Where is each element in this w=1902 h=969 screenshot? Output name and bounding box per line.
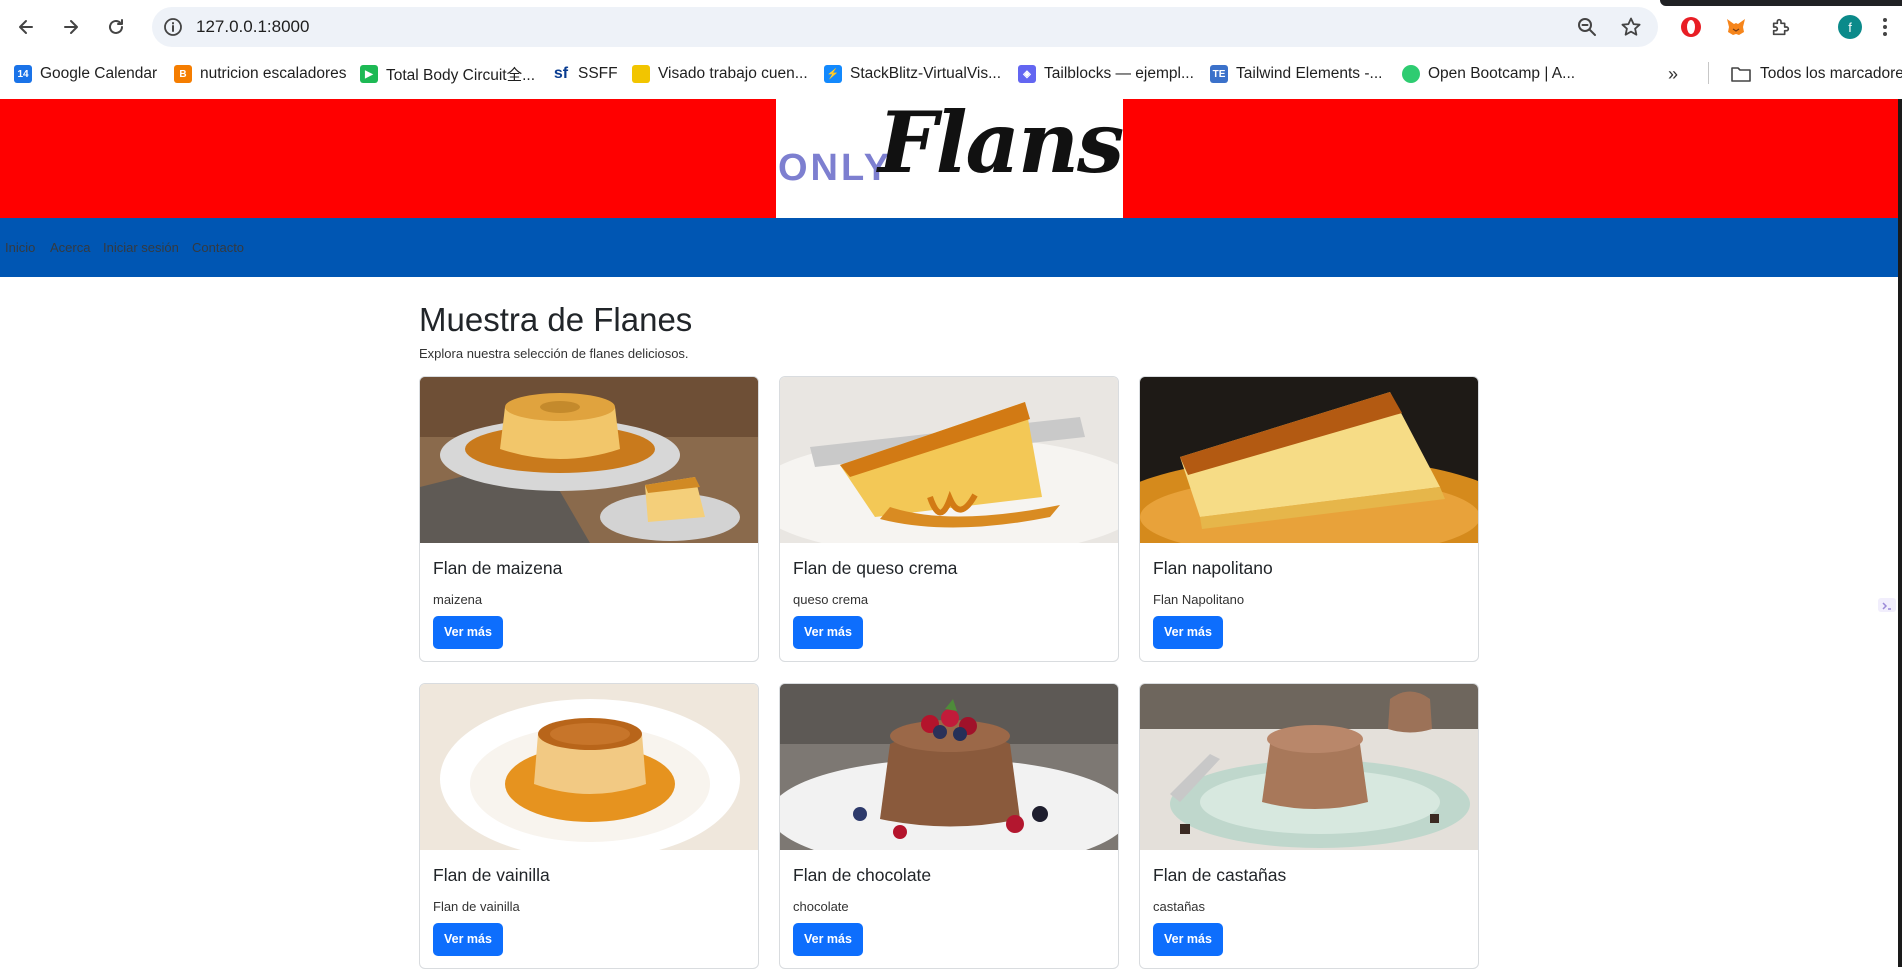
zoom-icon[interactable] [1576, 16, 1598, 38]
flan-image [780, 377, 1118, 543]
flan-card: Flan de vainilla Flan de vainilla Ver má… [419, 683, 759, 969]
address-bar[interactable]: 127.0.0.1:8000 [152, 7, 1658, 47]
sf-icon: sf [552, 65, 570, 83]
bookmark-tailblocks[interactable]: ◈ Tailblocks — ejempl... [1018, 62, 1194, 86]
opera-extension-icon[interactable] [1677, 13, 1705, 41]
tailblocks-icon: ◈ [1018, 65, 1036, 83]
side-panel-extension-icon[interactable] [1876, 594, 1898, 616]
card-text: castañas [1153, 899, 1206, 914]
window-edge [1898, 99, 1902, 967]
flan-card: Flan de queso crema queso crema Ver más [779, 376, 1119, 662]
header-banner: ONLY Flans [0, 93, 1898, 218]
bookmark-stackblitz[interactable]: ⚡ StackBlitz-VirtualVis... [824, 62, 1001, 86]
flan-card: Flan de castañas castañas Ver más [1139, 683, 1479, 969]
profile-avatar[interactable]: f [1838, 15, 1862, 39]
ver-mas-button[interactable]: Ver más [1153, 923, 1223, 956]
video-icon: ▶ [360, 65, 378, 83]
card-title: Flan de queso crema [793, 558, 958, 578]
ver-mas-button[interactable]: Ver más [793, 616, 863, 649]
bookmark-google-calendar[interactable]: 14 Google Calendar [14, 62, 157, 86]
bookmarks-separator [1708, 62, 1709, 84]
flan-image [1140, 684, 1478, 850]
ver-mas-button[interactable]: Ver más [1153, 616, 1223, 649]
card-text: Flan de vainilla [433, 899, 520, 914]
card-title: Flan de chocolate [793, 865, 932, 885]
flan-card: Flan de maizena maizena Ver más [419, 376, 759, 662]
flan-card: Flan napolitano Flan Napolitano Ver más [1139, 376, 1479, 662]
bookmark-ssff[interactable]: sf SSFF [552, 62, 618, 86]
flan-image [420, 377, 758, 543]
card-text: chocolate [793, 899, 849, 914]
ver-mas-button[interactable]: Ver más [793, 923, 863, 956]
page-title: Muestra de Flanes [419, 301, 693, 338]
browser-toolbar: 127.0.0.1:8000 f [0, 0, 1902, 54]
card-title: Flan de maizena [433, 558, 563, 578]
card-text: maizena [433, 592, 483, 607]
site-info-icon[interactable] [162, 16, 184, 38]
bookmark-star-icon[interactable] [1620, 16, 1642, 38]
flan-image [420, 684, 758, 850]
card-title: Flan de castañas [1153, 865, 1287, 885]
nav-iniciar-sesion[interactable]: Iniciar sesión [103, 240, 179, 255]
reload-icon [109, 19, 123, 34]
page-subtitle: Explora nuestra selección de flanes deli… [419, 346, 689, 361]
blogger-icon: B [174, 65, 192, 83]
arrow-right-icon [64, 20, 78, 34]
calendar-icon: 14 [14, 65, 32, 83]
card-text: Flan Napolitano [1153, 592, 1245, 607]
card-title: Flan de vainilla [433, 865, 550, 885]
te-icon: TE [1210, 65, 1228, 83]
metamask-fox-icon[interactable] [1722, 13, 1750, 41]
bookmarks-bar: 14 Google Calendar Bnutricion escaladores… [0, 58, 1902, 90]
main-navbar: Inicio Acerca Iniciar sesión Contacto [0, 218, 1898, 277]
extensions-puzzle-icon[interactable] [1767, 13, 1795, 41]
forward-button[interactable] [54, 10, 88, 44]
card-title: Flan napolitano [1153, 558, 1273, 578]
doc-icon [632, 65, 650, 83]
bookmark-open-bootcamp[interactable]: Open Bootcamp | A... [1402, 62, 1575, 86]
bookmark-total-body[interactable]: ▶ Total Body Circuit全... [360, 62, 535, 86]
openbootcamp-icon [1402, 65, 1420, 83]
stackblitz-icon: ⚡ [824, 65, 842, 83]
bookmark-tailwind-elements[interactable]: TE Tailwind Elements -... [1210, 62, 1382, 86]
menu-kebab-icon[interactable] [1882, 17, 1888, 37]
nav-contacto[interactable]: Contacto [192, 240, 244, 255]
bookmark-visado[interactable]: Visado trabajo cuen... [632, 62, 808, 86]
bookmarks-overflow-chevron-icon[interactable]: » [1668, 64, 1678, 85]
nav-acerca[interactable]: Acerca [50, 240, 90, 255]
ver-mas-button[interactable]: Ver más [433, 616, 503, 649]
nav-inicio[interactable]: Inicio [5, 240, 35, 255]
back-button[interactable] [9, 10, 43, 44]
card-text: queso crema [793, 592, 869, 607]
flan-card: Flan de chocolate chocolate Ver más [779, 683, 1119, 969]
flan-image [1140, 377, 1478, 543]
web-page: ONLY Flans Inicio Acerca Iniciar sesión … [0, 93, 1898, 969]
arrow-left-icon [19, 20, 33, 34]
browser-chrome: 127.0.0.1:8000 f 14 Google Calendar Bnutr… [0, 0, 1902, 99]
ver-mas-button[interactable]: Ver más [433, 923, 503, 956]
url-text[interactable]: 127.0.0.1:8000 [196, 17, 309, 37]
site-logo[interactable]: ONLY Flans [776, 93, 1124, 218]
reload-button[interactable] [99, 10, 133, 44]
folder-icon [1731, 67, 1751, 82]
bookmark-nutricion[interactable]: Bnutricion escaladores [174, 62, 346, 86]
flan-image [780, 684, 1118, 850]
bookmarks-folder[interactable]: Todos los marcadores [1730, 62, 1902, 86]
